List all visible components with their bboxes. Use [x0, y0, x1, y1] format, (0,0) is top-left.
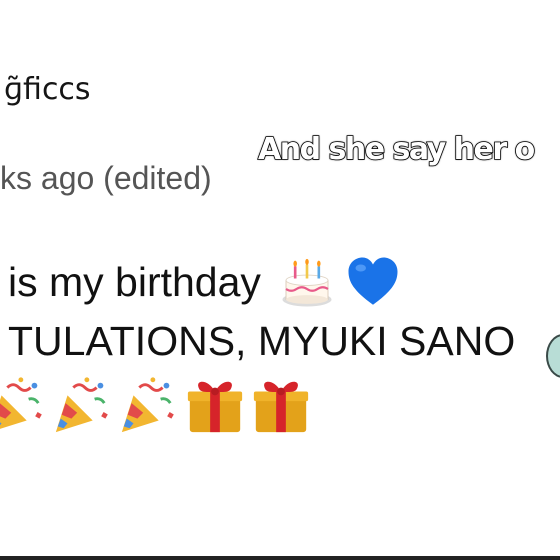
- comment-line-2: TULATIONS, MYUKI SANO: [8, 318, 516, 364]
- party-popper-icon: [121, 377, 174, 433]
- comment-username[interactable]: ɡ̃ficcs: [4, 72, 91, 107]
- video-frame: ɡ̃ficcs ks ago (edited) And she say her …: [0, 0, 560, 560]
- gift-icon: [187, 381, 243, 433]
- blue-heart-icon: [348, 257, 398, 305]
- party-popper-icon: [0, 377, 42, 429]
- cropped-sticker: [546, 334, 560, 378]
- gift-icon: [253, 381, 309, 433]
- comment-timestamp: ks ago (edited): [0, 160, 212, 196]
- comment-line-1-text: is my birthday: [8, 258, 261, 305]
- bottom-edge-bar: [0, 556, 560, 560]
- party-popper-icon: [55, 377, 108, 433]
- video-caption-overlay: And she say her o: [257, 131, 536, 168]
- emoji-row: [0, 374, 312, 436]
- comment-line-1: is my birthday: [8, 254, 411, 310]
- birthday-cake-icon: [282, 258, 332, 307]
